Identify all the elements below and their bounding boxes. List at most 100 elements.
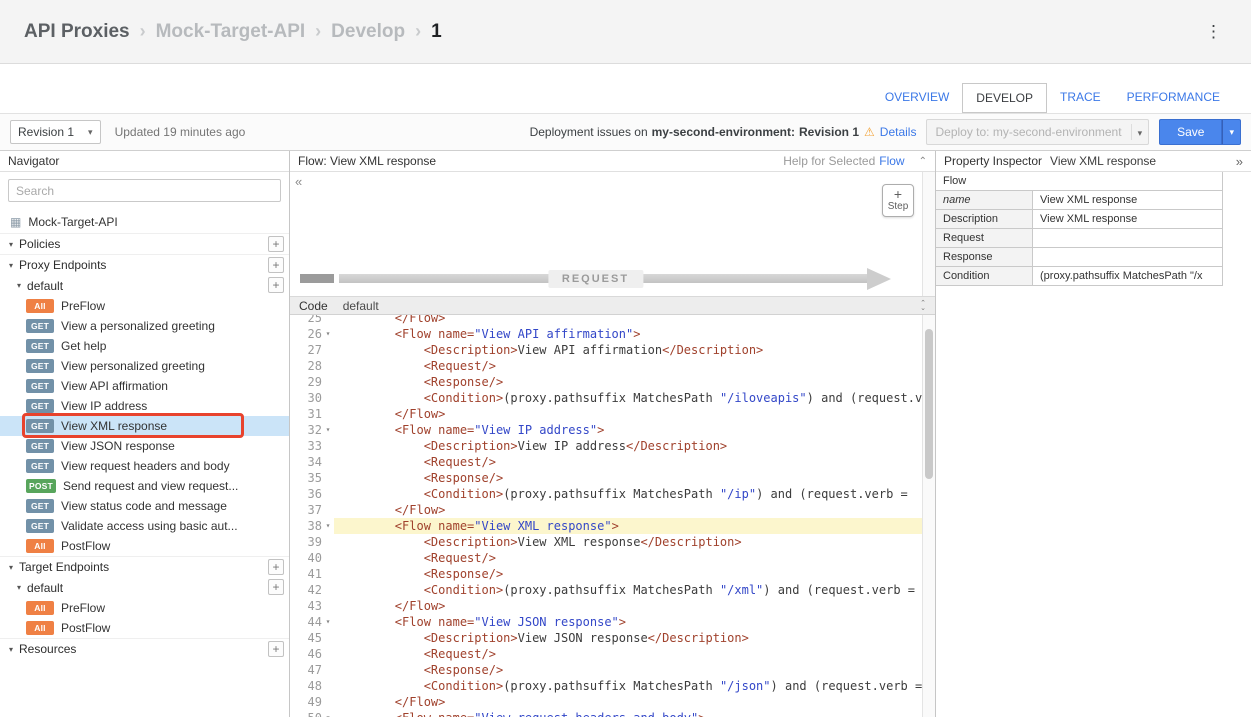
code-line-text[interactable]: <Flow name="View XML response"> (334, 518, 935, 534)
code-line-48[interactable]: 48 <Condition>(proxy.pathsuffix MatchesP… (290, 678, 935, 694)
code-line-40[interactable]: 40 <Request/> (290, 550, 935, 566)
code-line-25[interactable]: 25 </Flow> (290, 315, 935, 326)
nav-item-view-api-affirmation[interactable]: GETView API affirmation (0, 376, 289, 396)
code-line-text[interactable]: <Description>View IP address</Descriptio… (334, 438, 935, 454)
code-line-text[interactable]: <Request/> (334, 454, 935, 470)
nav-item-view-status-code-and-message[interactable]: GETView status code and message (0, 496, 289, 516)
code-line-49[interactable]: 49 </Flow> (290, 694, 935, 710)
section-collapse-icon[interactable]: ▾ (9, 261, 13, 270)
details-link[interactable]: Details (880, 125, 917, 139)
add-resources-button[interactable]: + (268, 641, 284, 657)
nav-item-send-request-and-view-request[interactable]: POSTSend request and view request... (0, 476, 289, 496)
code-scrollbar-thumb[interactable] (925, 329, 933, 479)
code-line-text[interactable]: <Description>View API affirmation</Descr… (334, 342, 935, 358)
nav-item-view-a-personalized-greeting[interactable]: GETView a personalized greeting (0, 316, 289, 336)
code-line-text[interactable]: <Response/> (334, 374, 935, 390)
breadcrumb-item-api-proxies[interactable]: API Proxies (24, 21, 130, 43)
add-step-button[interactable]: + Step (882, 184, 914, 217)
add-proxy-endpoints-button[interactable]: + (268, 257, 284, 273)
nav-item-view-ip-address[interactable]: GETView IP address (0, 396, 289, 416)
nav-item-validate-access-using-basic-aut[interactable]: GETValidate access using basic aut... (0, 516, 289, 536)
code-scrollbar-track[interactable] (922, 315, 935, 717)
add-default-button[interactable]: + (268, 579, 284, 595)
tab-performance[interactable]: PERFORMANCE (1114, 83, 1233, 113)
code-line-text[interactable]: <Condition>(proxy.pathsuffix MatchesPath… (334, 678, 935, 694)
flow-scrollbar-track[interactable] (922, 172, 935, 296)
code-line-text[interactable]: <Response/> (334, 662, 935, 678)
section-collapse-icon[interactable]: ▾ (17, 281, 21, 290)
code-line-text[interactable]: <Request/> (334, 646, 935, 662)
nav-section-policies[interactable]: ▾Policies+ (0, 233, 289, 254)
code-line-35[interactable]: 35 <Response/> (290, 470, 935, 486)
code-line-46[interactable]: 46 <Request/> (290, 646, 935, 662)
kebab-menu-icon[interactable]: ⋮ (1200, 22, 1227, 42)
code-line-37[interactable]: 37 </Flow> (290, 502, 935, 518)
code-line-30[interactable]: 30 <Condition>(proxy.pathsuffix MatchesP… (290, 390, 935, 406)
code-line-text[interactable]: <Condition>(proxy.pathsuffix MatchesPath… (334, 582, 935, 598)
tab-trace[interactable]: TRACE (1047, 83, 1114, 113)
prop-value-response[interactable] (1033, 248, 1222, 266)
code-line-text[interactable]: <Condition>(proxy.pathsuffix MatchesPath… (334, 486, 935, 502)
search-input[interactable] (8, 179, 281, 202)
code-line-29[interactable]: 29 <Response/> (290, 374, 935, 390)
section-collapse-icon[interactable]: ▾ (9, 240, 13, 249)
code-line-text[interactable]: <Response/> (334, 470, 935, 486)
collapse-code-panel-icon[interactable]: ⌃ ⌄ (920, 301, 926, 311)
fold-marker-icon[interactable]: ▾ (322, 710, 334, 717)
code-editor[interactable]: 25 </Flow>26▾ <Flow name="View API affir… (290, 315, 935, 717)
collapse-navigator-icon[interactable]: « (292, 174, 305, 189)
nav-section-resources[interactable]: ▾Resources+ (0, 638, 289, 659)
nav-section-proxy-endpoints[interactable]: ▾Proxy Endpoints+ (0, 254, 289, 275)
breadcrumb-item-develop[interactable]: Develop (331, 21, 405, 43)
code-line-text[interactable]: <Request/> (334, 358, 935, 374)
code-line-text[interactable]: <Flow name="View API affirmation"> (334, 326, 935, 342)
tab-overview[interactable]: OVERVIEW (872, 83, 962, 113)
nav-section-default[interactable]: ▾default+ (0, 577, 289, 598)
code-line-44[interactable]: 44▾ <Flow name="View JSON response"> (290, 614, 935, 630)
deploy-select-caret[interactable]: ▾ (1131, 124, 1149, 140)
section-collapse-icon[interactable]: ▾ (9, 563, 13, 572)
add-policies-button[interactable]: + (268, 236, 284, 252)
fold-marker-icon[interactable]: ▾ (322, 518, 334, 534)
section-collapse-icon[interactable]: ▾ (9, 645, 13, 654)
add-default-button[interactable]: + (268, 277, 284, 293)
code-line-text[interactable]: </Flow> (334, 694, 935, 710)
code-line-text[interactable]: <Request/> (334, 550, 935, 566)
code-line-text[interactable]: <Description>View JSON response</Descrip… (334, 630, 935, 646)
code-line-text[interactable]: </Flow> (334, 406, 935, 422)
code-line-text[interactable]: <Description>View XML response</Descript… (334, 534, 935, 550)
nav-item-view-xml-response[interactable]: GETView XML response (0, 416, 289, 436)
deploy-to-select[interactable]: Deploy to: my-second-environment ▾ (926, 119, 1149, 145)
nav-item-postflow[interactable]: AllPostFlow (0, 618, 289, 638)
code-line-27[interactable]: 27 <Description>View API affirmation</De… (290, 342, 935, 358)
code-line-47[interactable]: 47 <Response/> (290, 662, 935, 678)
nav-item-get-help[interactable]: GETGet help (0, 336, 289, 356)
tab-develop[interactable]: DEVELOP (962, 83, 1047, 113)
prop-value-description[interactable]: View XML response (1033, 210, 1222, 228)
nav-item-view-request-headers-and-body[interactable]: GETView request headers and body (0, 456, 289, 476)
nav-item-preflow[interactable]: AllPreFlow (0, 296, 289, 316)
code-line-50[interactable]: 50▾ <Flow name="View request headers and… (290, 710, 935, 717)
code-line-36[interactable]: 36 <Condition>(proxy.pathsuffix MatchesP… (290, 486, 935, 502)
code-line-43[interactable]: 43 </Flow> (290, 598, 935, 614)
fold-marker-icon[interactable]: ▾ (322, 422, 334, 438)
prop-value-request[interactable] (1033, 229, 1222, 247)
code-line-28[interactable]: 28 <Request/> (290, 358, 935, 374)
fold-marker-icon[interactable]: ▾ (322, 614, 334, 630)
nav-item-preflow[interactable]: AllPreFlow (0, 598, 289, 618)
section-collapse-icon[interactable]: ▾ (17, 583, 21, 592)
nav-item-view-json-response[interactable]: GETView JSON response (0, 436, 289, 456)
nav-section-default[interactable]: ▾default+ (0, 275, 289, 296)
code-line-33[interactable]: 33 <Description>View IP address</Descrip… (290, 438, 935, 454)
prop-value-name[interactable]: View XML response (1033, 191, 1222, 209)
nav-item-view-personalized-greeting[interactable]: GETView personalized greeting (0, 356, 289, 376)
code-line-text[interactable]: </Flow> (334, 598, 935, 614)
revision-select[interactable]: Revision 1 ▾ (10, 120, 101, 144)
fold-marker-icon[interactable]: ▾ (322, 326, 334, 342)
code-line-38[interactable]: 38▾ <Flow name="View XML response"> (290, 518, 935, 534)
code-line-41[interactable]: 41 <Response/> (290, 566, 935, 582)
code-line-text[interactable]: </Flow> (334, 315, 935, 326)
code-line-34[interactable]: 34 <Request/> (290, 454, 935, 470)
nav-item-postflow[interactable]: AllPostFlow (0, 536, 289, 556)
code-line-26[interactable]: 26▾ <Flow name="View API affirmation"> (290, 326, 935, 342)
